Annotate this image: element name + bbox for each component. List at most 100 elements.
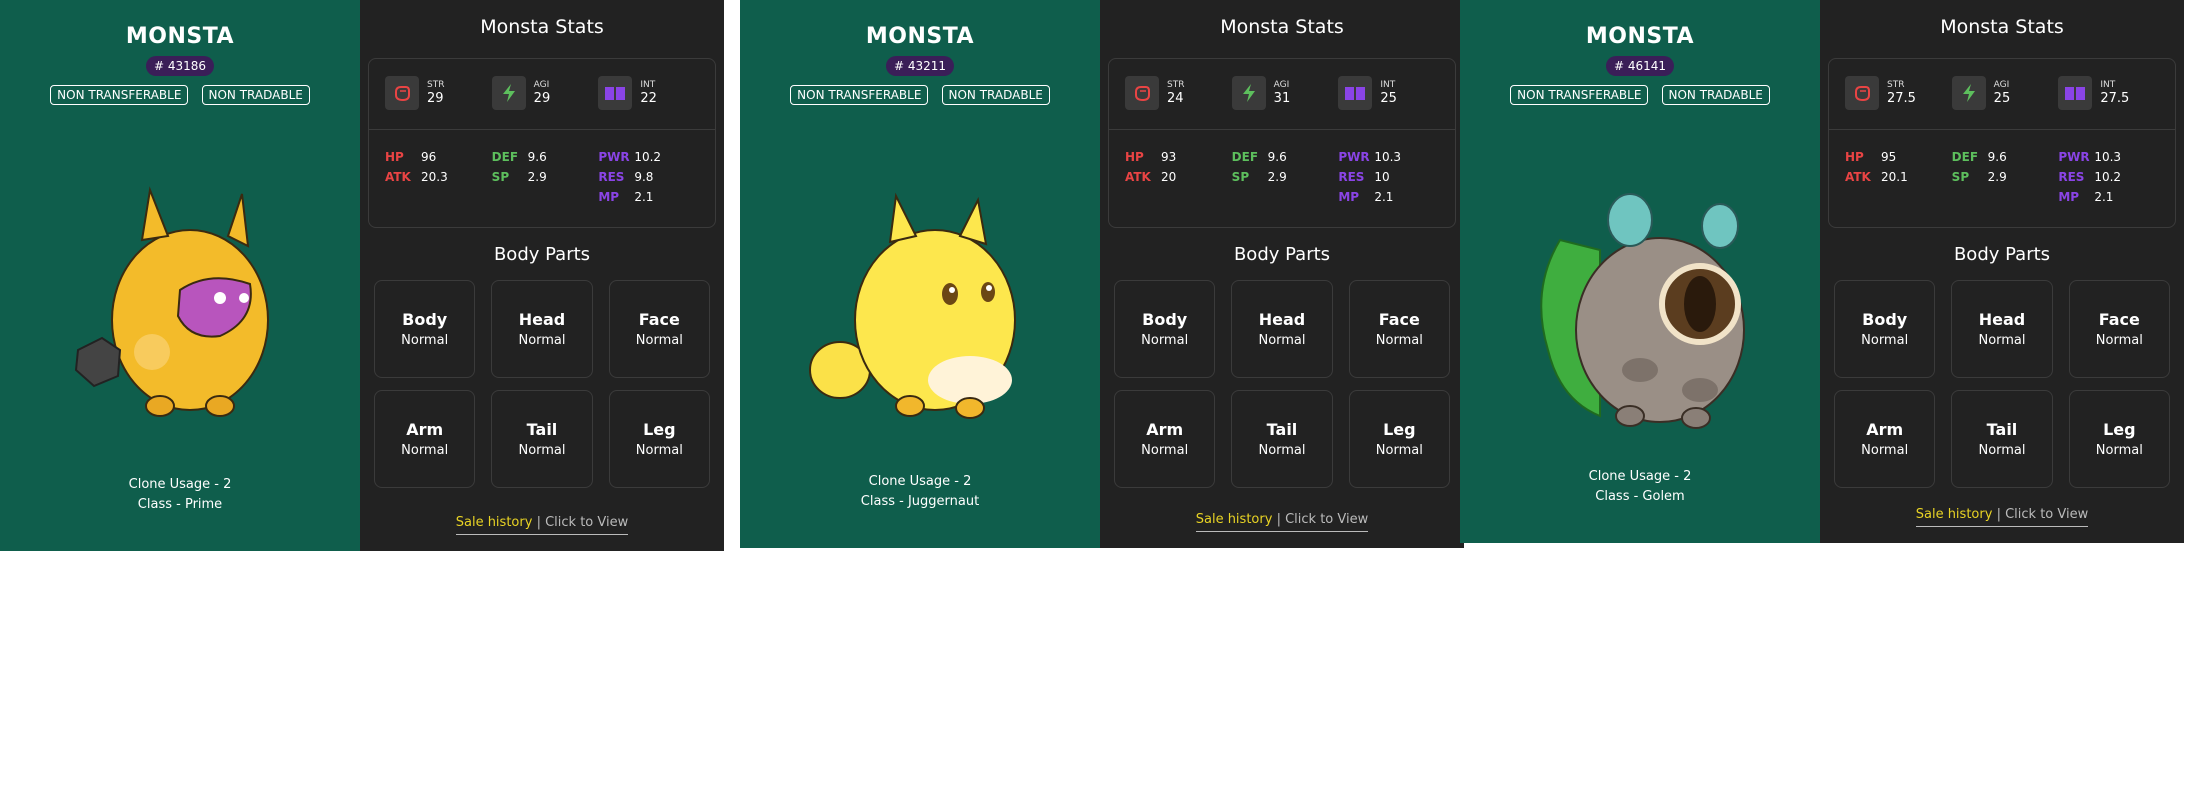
separator: | xyxy=(1276,512,1281,527)
body-part-head[interactable]: Head Normal xyxy=(491,280,593,378)
monsta-footer-info: Clone Usage - 2 Class - Juggernaut xyxy=(740,472,1100,512)
stat-str: STR 27.5 xyxy=(1845,71,1952,115)
separator: | xyxy=(536,515,541,530)
stat-label: STR xyxy=(427,80,445,90)
body-part-face[interactable]: Face Normal xyxy=(1348,280,1450,378)
stat-label: AGI xyxy=(1993,80,2010,90)
stat-def: DEF 9.6 xyxy=(1231,150,1287,164)
book-icon xyxy=(598,76,633,110)
stat-column: DEF 9.6 SP 2.9 xyxy=(1232,147,1339,207)
stat-value: 29 xyxy=(427,91,444,106)
stat-res: RES 9.8 xyxy=(598,170,654,184)
body-part-leg[interactable]: Leg Normal xyxy=(2068,390,2170,488)
monsta-title: MONSTA xyxy=(1585,24,1695,49)
stat-label: AGI xyxy=(1273,80,1290,90)
stat-label: INT xyxy=(640,80,656,90)
body-part-face[interactable]: Face Normal xyxy=(2068,280,2170,378)
stat-atk: ATK 20.3 xyxy=(385,170,448,184)
lightning-icon xyxy=(1951,76,1986,110)
non-transferable-tag: NON TRANSFERABLE xyxy=(790,85,929,105)
secondary-stats: HP 93 ATK 20 DEF 9.6 SP 2.9 PWR 10.3 RES 10 MP… xyxy=(1125,147,1445,207)
stat-column: HP 95 ATK 20.1 xyxy=(1845,147,1952,207)
body-part-arm[interactable]: Arm Normal xyxy=(1834,390,1936,488)
stat-value: 29 xyxy=(533,91,551,106)
body-part-face[interactable]: Face Normal xyxy=(608,280,710,378)
stats-box: STR 27.5 AGI 25 INT 27.5 HP 95 ATK 20.1 … xyxy=(1828,58,2176,228)
click-to-view-link[interactable]: Click to View xyxy=(1285,512,1368,527)
monsta-id-badge: # 43211 xyxy=(885,56,955,76)
sale-history-link-wrap: Sale history | Click to View xyxy=(1915,507,2089,527)
stat-value: 22 xyxy=(640,91,657,106)
click-to-view-link[interactable]: Click to View xyxy=(545,515,628,530)
monsta-class: Class - Juggernaut xyxy=(860,494,980,509)
stat-value: 25 xyxy=(1993,91,2011,106)
stat-column: DEF 9.6 SP 2.9 xyxy=(492,147,599,207)
body-part-head[interactable]: Head Normal xyxy=(1231,280,1333,378)
body-part-leg[interactable]: Leg Normal xyxy=(1348,390,1450,488)
stat-hp: HP 95 xyxy=(1845,150,1897,164)
stat-hp: HP 96 xyxy=(385,150,437,164)
body-part-leg[interactable]: Leg Normal xyxy=(608,390,710,488)
stat-label: STR xyxy=(1167,80,1185,90)
stat-str: STR 24 xyxy=(1125,71,1232,115)
book-icon xyxy=(2058,76,2093,110)
monsta-title: MONSTA xyxy=(125,24,235,49)
monsta-footer-info: Clone Usage - 2 Class - Prime xyxy=(0,475,360,515)
stat-sp: SP 2.9 xyxy=(1951,170,2007,184)
monsta-portrait-panel: MONSTA # 43211 NON TRANSFERABLE NON TRAD… xyxy=(740,0,1100,548)
monsta-card: MONSTA # 43186 NON TRANSFERABLE NON TRAD… xyxy=(0,0,724,551)
stat-column: PWR 10.3 RES 10.2 MP 2.1 xyxy=(2058,147,2165,207)
stats-box: STR 29 AGI 29 INT 22 HP 96 ATK 20.3 DEF … xyxy=(368,58,716,228)
body-part-tail[interactable]: Tail Normal xyxy=(1231,390,1333,488)
stats-title: Monsta Stats xyxy=(1220,16,1344,38)
non-tradable-tag: NON TRADABLE xyxy=(201,85,310,105)
body-parts-grid: Body Normal Head Normal Face Normal Arm Norm… xyxy=(1834,280,2170,488)
stat-hp: HP 93 xyxy=(1125,150,1177,164)
monsta-footer-info: Clone Usage - 2 Class - Golem xyxy=(1460,467,1820,507)
body-part-head[interactable]: Head Normal xyxy=(1951,280,2053,378)
stat-value: 25 xyxy=(1380,91,1397,106)
click-to-view-link[interactable]: Click to View xyxy=(2005,507,2088,522)
sale-history-link[interactable]: Sale history xyxy=(456,515,533,530)
sale-history-link[interactable]: Sale history xyxy=(1916,507,1993,522)
sale-history-link[interactable]: Sale history xyxy=(1196,512,1273,527)
clone-usage: Clone Usage - 2 xyxy=(1588,469,1692,484)
monsta-card: MONSTA # 46141 NON TRANSFERABLE NON TRAD… xyxy=(1460,0,2184,543)
body-part-tail[interactable]: Tail Normal xyxy=(1951,390,2053,488)
body-part-body[interactable]: Body Normal xyxy=(1114,280,1216,378)
monsta-stats-panel: Monsta Stats STR 24 AGI 31 INT 25 HP 93 … xyxy=(1100,0,1464,548)
non-transferable-tag: NON TRANSFERABLE xyxy=(1510,85,1649,105)
stat-value: 27.5 xyxy=(1887,91,1916,106)
monsta-tags: NON TRANSFERABLE NON TRADABLE xyxy=(1460,84,1820,105)
monster-image xyxy=(809,192,1016,419)
body-part-tail[interactable]: Tail Normal xyxy=(491,390,593,488)
stat-value: 31 xyxy=(1273,91,1291,106)
monsta-portrait-panel: MONSTA # 46141 NON TRANSFERABLE NON TRAD… xyxy=(1460,0,1820,543)
monster-image xyxy=(74,186,269,417)
body-part-arm[interactable]: Arm Normal xyxy=(374,390,476,488)
body-part-body[interactable]: Body Normal xyxy=(374,280,476,378)
monsta-class: Class - Prime xyxy=(137,497,223,512)
stat-column: PWR 10.3 RES 10 MP 2.1 xyxy=(1338,147,1445,207)
stat-mp: MP 2.1 xyxy=(1338,190,1394,204)
stat-value: 24 xyxy=(1167,91,1184,106)
stat-column: PWR 10.2 RES 9.8 MP 2.1 xyxy=(598,147,705,207)
monsta-card: MONSTA # 43211 NON TRANSFERABLE NON TRAD… xyxy=(740,0,1464,548)
clone-usage: Clone Usage - 2 xyxy=(128,477,232,492)
body-part-arm[interactable]: Arm Normal xyxy=(1114,390,1216,488)
stat-str: STR 29 xyxy=(385,71,492,115)
stats-title: Monsta Stats xyxy=(480,16,604,38)
stats-box: STR 24 AGI 31 INT 25 HP 93 ATK 20 DEF 9.… xyxy=(1108,58,1456,228)
body-part-body[interactable]: Body Normal xyxy=(1834,280,1936,378)
monsta-tags: NON TRANSFERABLE NON TRADABLE xyxy=(740,84,1100,105)
stat-column: HP 93 ATK 20 xyxy=(1125,147,1232,207)
stat-sp: SP 2.9 xyxy=(1231,170,1287,184)
stats-divider xyxy=(1829,129,2175,130)
body-parts-grid: Body Normal Head Normal Face Normal Arm Norm… xyxy=(1114,280,1450,488)
stat-column: DEF 9.6 SP 2.9 xyxy=(1952,147,2059,207)
stat-atk: ATK 20 xyxy=(1125,170,1177,184)
monsta-portrait-panel: MONSTA # 43186 NON TRANSFERABLE NON TRAD… xyxy=(0,0,360,551)
clone-usage: Clone Usage - 2 xyxy=(868,474,972,489)
stat-label: INT xyxy=(2100,80,2116,90)
fist-icon xyxy=(1845,76,1879,110)
